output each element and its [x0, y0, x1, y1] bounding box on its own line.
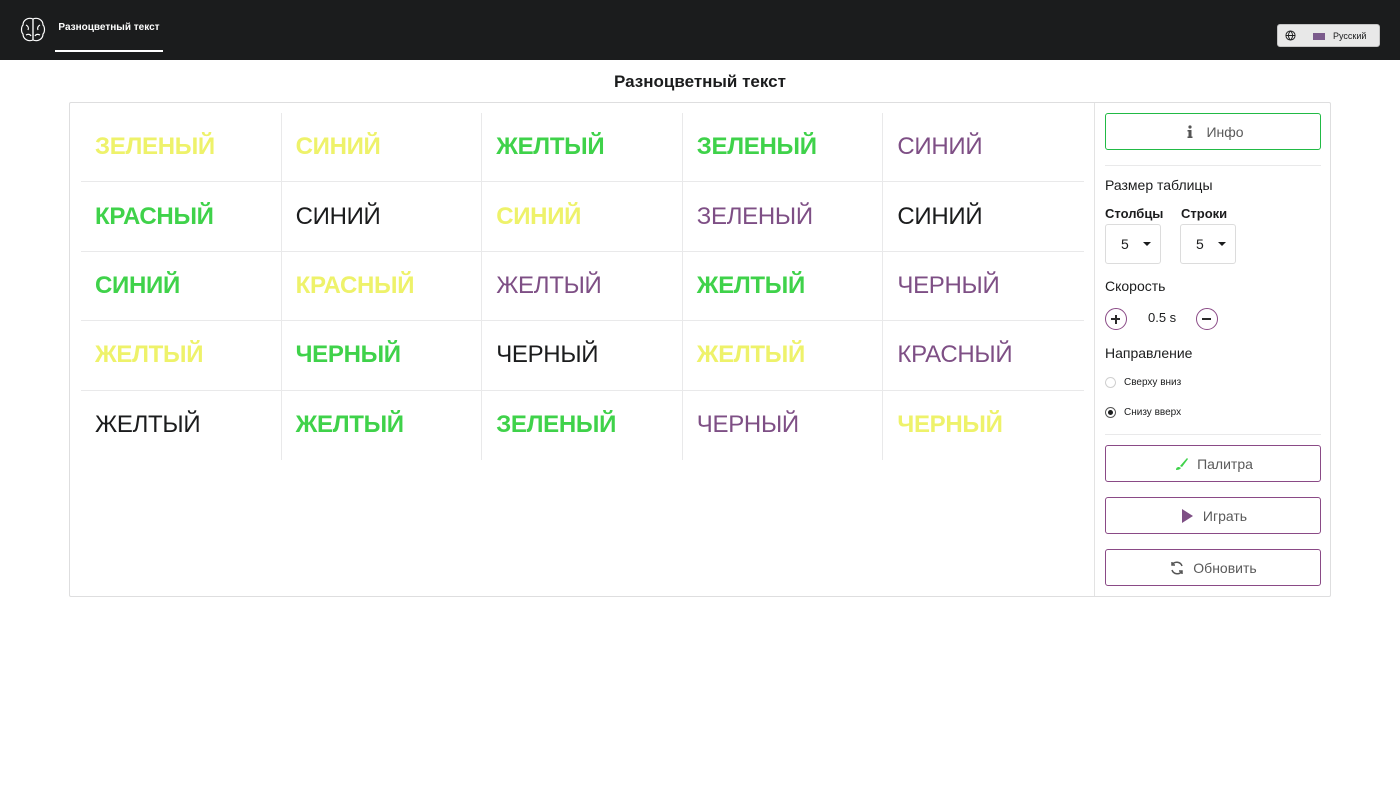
columns-select[interactable]: 5 [1105, 224, 1161, 264]
word-cell: ЖЕЛТЫЙ [682, 321, 884, 391]
word-cell: ЖЕЛТЫЙ [282, 390, 483, 460]
word-cell: КРАСНЫЙ [883, 321, 1084, 391]
globe-icon [1285, 30, 1296, 41]
palette-button[interactable]: Палитра [1105, 445, 1321, 482]
speed-value: 0.5 s [1148, 310, 1177, 325]
columns-label: Столбцы [1105, 206, 1164, 221]
play-button[interactable]: Играть [1105, 497, 1321, 534]
columns-value: 5 [1121, 236, 1129, 252]
speed-decrease-button[interactable] [1196, 308, 1218, 330]
radio-button[interactable] [1105, 377, 1116, 388]
word-cell: СИНИЙ [81, 251, 282, 322]
play-icon [1181, 508, 1193, 523]
game-panel: ЗЕЛЕНЫЙ СИНИЙ ЖЕЛТЫЙ ЗЕЛЕНЫЙ СИНИЙ КРАСНЫЙ СИН… [69, 102, 1331, 597]
word-cell: ЧЕРНЫЙ [683, 390, 884, 460]
word-cell: ЖЕЛТЫЙ [682, 251, 884, 322]
info-button-label: Инфо [1206, 123, 1244, 140]
divider [1105, 434, 1321, 435]
palette-button-label: Палитра [1197, 455, 1253, 472]
play-button-label: Играть [1202, 507, 1248, 524]
chevron-down-icon [1218, 242, 1226, 246]
word-cell: ЧЕРНЫЙ [897, 411, 1003, 439]
word-cell: СИНИЙ [281, 182, 483, 252]
info-button[interactable]: Инфо [1105, 113, 1321, 150]
divider [1105, 165, 1321, 166]
brain-logo-icon[interactable] [20, 16, 46, 44]
paint-brush-icon [1176, 457, 1189, 470]
russian-flag-icon [1313, 33, 1325, 40]
nav-tab-multicolor-text[interactable]: Разноцветный текст [55, 0, 163, 52]
word-cell: ЖЕЛТЫЙ [81, 390, 282, 460]
word-cell: СИНИЙ [482, 182, 683, 252]
word-cell: ЖЕЛТЫЙ [81, 321, 282, 391]
direction-option-label: Снизу вверх [1124, 407, 1182, 418]
word-cell: ЖЕЛТЫЙ [482, 251, 683, 322]
word-cell: ЗЕЛЕНЫЙ [482, 390, 683, 460]
word-cell: ЗЕЛЕНЫЙ [682, 113, 884, 183]
direction-option-bottom-up[interactable]: Снизу вверх [1105, 407, 1181, 418]
direction-option-label: Сверху вниз [1124, 377, 1182, 388]
language-selector[interactable]: Русский [1277, 24, 1380, 47]
rows-value: 5 [1196, 236, 1204, 252]
word-cell: СИНИЙ [281, 113, 483, 183]
direction-label: Направление [1105, 345, 1193, 361]
nav-tab-label: Разноцветный текст [58, 21, 160, 33]
word-cell: ЧЕРНЫЙ [482, 321, 683, 391]
speed-increase-button[interactable] [1105, 308, 1127, 330]
info-icon [1187, 124, 1193, 138]
top-bar: Разноцветный текст Русский [0, 0, 1400, 60]
direction-option-top-down[interactable]: Сверху вниз [1105, 377, 1181, 388]
rows-select[interactable]: 5 [1180, 224, 1236, 264]
word-cell: КРАСНЫЙ [281, 251, 483, 322]
refresh-button-label: Обновить [1193, 559, 1257, 576]
refresh-icon [1171, 560, 1184, 575]
radio-button-selected[interactable] [1105, 407, 1116, 418]
word-cell: ЧЕРНЫЙ [281, 321, 483, 391]
speed-label: Скорость [1105, 278, 1166, 294]
chevron-down-icon [1143, 242, 1151, 246]
word-cell: ЧЕРНЫЙ [883, 252, 1084, 322]
word-cell: КРАСНЫЙ [81, 182, 282, 252]
refresh-button[interactable]: Обновить [1105, 549, 1321, 586]
page-title: Разноцветный текст [614, 72, 786, 91]
word-cell: ЗЕЛЕНЫЙ [81, 113, 282, 183]
control-sidebar: Инфо Размер таблицы Столбцы Строки 5 5 С… [1094, 103, 1331, 596]
word-cell: ЗЕЛЕНЫЙ [682, 182, 884, 252]
word-cell: ЖЕЛТЫЙ [482, 113, 683, 183]
word-cell: СИНИЙ [883, 182, 1084, 252]
table-size-label: Размер таблицы [1105, 177, 1213, 193]
language-label: Русский [1333, 31, 1367, 41]
word-table: ЗЕЛЕНЫЙ СИНИЙ ЖЕЛТЫЙ ЗЕЛЕНЫЙ СИНИЙ КРАСНЫЙ СИН… [81, 113, 1084, 460]
word-cell: СИНИЙ [883, 113, 1084, 183]
rows-label: Строки [1181, 206, 1228, 221]
